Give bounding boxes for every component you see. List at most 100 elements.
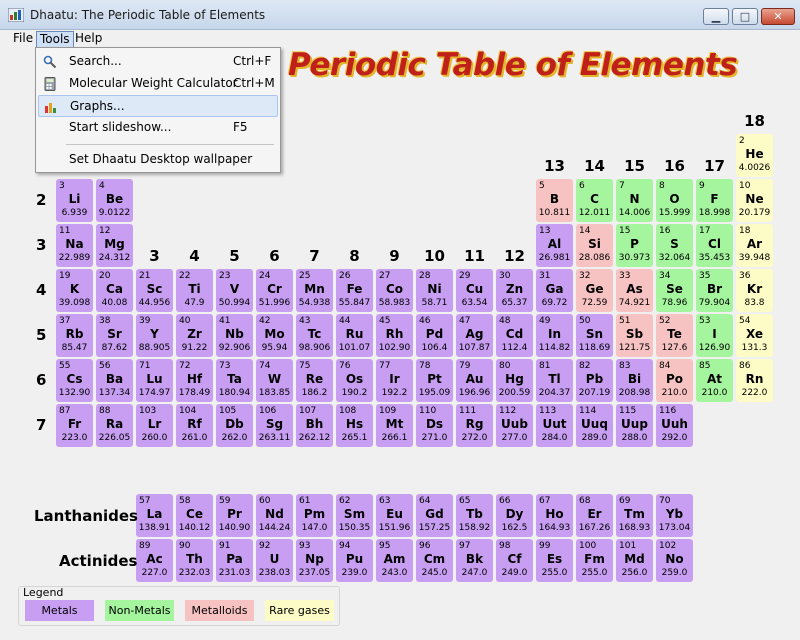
element-db[interactable]: 105 Db 262.0 bbox=[216, 404, 253, 447]
element-be[interactable]: 4 Be 9.0122 bbox=[96, 179, 133, 222]
element-cd[interactable]: 48 Cd 112.4 bbox=[496, 314, 533, 357]
menu-tools[interactable]: Tools bbox=[36, 31, 74, 48]
element-ga[interactable]: 31 Ga 69.72 bbox=[536, 269, 573, 312]
element-pm[interactable]: 61 Pm 147.0 bbox=[296, 494, 333, 537]
element-uuh[interactable]: 116 Uuh 292.0 bbox=[656, 404, 693, 447]
element-hs[interactable]: 108 Hs 265.1 bbox=[336, 404, 373, 447]
element-es[interactable]: 99 Es 255.0 bbox=[536, 539, 573, 582]
element-ta[interactable]: 73 Ta 180.94 bbox=[216, 359, 253, 402]
menu-item-start-slideshow[interactable]: Start slideshow... F5 bbox=[38, 117, 278, 139]
element-eu[interactable]: 63 Eu 151.96 bbox=[376, 494, 413, 537]
element-os[interactable]: 76 Os 190.2 bbox=[336, 359, 373, 402]
element-u[interactable]: 92 U 238.03 bbox=[256, 539, 293, 582]
element-ra[interactable]: 88 Ra 226.05 bbox=[96, 404, 133, 447]
element-cs[interactable]: 55 Cs 132.90 bbox=[56, 359, 93, 402]
element-v[interactable]: 23 V 50.994 bbox=[216, 269, 253, 312]
element-mn[interactable]: 25 Mn 54.938 bbox=[296, 269, 333, 312]
element-th[interactable]: 90 Th 232.03 bbox=[176, 539, 213, 582]
element-na[interactable]: 11 Na 22.989 bbox=[56, 224, 93, 267]
element-fr[interactable]: 87 Fr 223.0 bbox=[56, 404, 93, 447]
element-ir[interactable]: 77 Ir 192.2 bbox=[376, 359, 413, 402]
element-ho[interactable]: 67 Ho 164.93 bbox=[536, 494, 573, 537]
element-zn[interactable]: 30 Zn 65.37 bbox=[496, 269, 533, 312]
element-uut[interactable]: 113 Uut 284.0 bbox=[536, 404, 573, 447]
menu-help[interactable]: Help bbox=[72, 31, 105, 46]
element-tc[interactable]: 43 Tc 98.906 bbox=[296, 314, 333, 357]
element-pr[interactable]: 59 Pr 140.90 bbox=[216, 494, 253, 537]
element-ce[interactable]: 58 Ce 140.12 bbox=[176, 494, 213, 537]
close-button[interactable]: ✕ bbox=[761, 8, 795, 25]
element-mg[interactable]: 12 Mg 24.312 bbox=[96, 224, 133, 267]
menu-item-set-wallpaper[interactable]: Set Dhaatu Desktop wallpaper bbox=[38, 149, 278, 171]
element-o[interactable]: 8 O 15.999 bbox=[656, 179, 693, 222]
element-pb[interactable]: 82 Pb 207.19 bbox=[576, 359, 613, 402]
element-sc[interactable]: 21 Sc 44.956 bbox=[136, 269, 173, 312]
element-w[interactable]: 74 W 183.85 bbox=[256, 359, 293, 402]
element-lu[interactable]: 71 Lu 174.97 bbox=[136, 359, 173, 402]
element-au[interactable]: 79 Au 196.96 bbox=[456, 359, 493, 402]
element-ni[interactable]: 28 Ni 58.71 bbox=[416, 269, 453, 312]
element-kr[interactable]: 36 Kr 83.8 bbox=[736, 269, 773, 312]
element-mt[interactable]: 109 Mt 266.1 bbox=[376, 404, 413, 447]
element-xe[interactable]: 54 Xe 131.3 bbox=[736, 314, 773, 357]
element-md[interactable]: 101 Md 256.0 bbox=[616, 539, 653, 582]
element-pd[interactable]: 46 Pd 106.4 bbox=[416, 314, 453, 357]
element-at[interactable]: 85 At 210.0 bbox=[696, 359, 733, 402]
element-po[interactable]: 84 Po 210.0 bbox=[656, 359, 693, 402]
maximize-button[interactable]: □ bbox=[732, 8, 758, 25]
element-ne[interactable]: 10 Ne 20.179 bbox=[736, 179, 773, 222]
element-rb[interactable]: 37 Rb 85.47 bbox=[56, 314, 93, 357]
element-pt[interactable]: 78 Pt 195.09 bbox=[416, 359, 453, 402]
element-hf[interactable]: 72 Hf 178.49 bbox=[176, 359, 213, 402]
element-fm[interactable]: 100 Fm 255.0 bbox=[576, 539, 613, 582]
minimize-button[interactable]: ▁ bbox=[703, 8, 729, 25]
element-bh[interactable]: 107 Bh 262.12 bbox=[296, 404, 333, 447]
element-he[interactable]: 2 He 4.0026 bbox=[736, 134, 773, 177]
element-tl[interactable]: 81 Tl 204.37 bbox=[536, 359, 573, 402]
element-cu[interactable]: 29 Cu 63.54 bbox=[456, 269, 493, 312]
element-lr[interactable]: 103 Lr 260.0 bbox=[136, 404, 173, 447]
element-li[interactable]: 3 Li 6.939 bbox=[56, 179, 93, 222]
element-no[interactable]: 102 No 259.0 bbox=[656, 539, 693, 582]
element-uup[interactable]: 115 Uup 288.0 bbox=[616, 404, 653, 447]
element-rf[interactable]: 104 Rf 261.0 bbox=[176, 404, 213, 447]
element-cl[interactable]: 17 Cl 35.453 bbox=[696, 224, 733, 267]
element-rg[interactable]: 111 Rg 272.0 bbox=[456, 404, 493, 447]
element-am[interactable]: 95 Am 243.0 bbox=[376, 539, 413, 582]
element-nd[interactable]: 60 Nd 144.24 bbox=[256, 494, 293, 537]
element-ac[interactable]: 89 Ac 227.0 bbox=[136, 539, 173, 582]
element-la[interactable]: 57 La 138.91 bbox=[136, 494, 173, 537]
element-tb[interactable]: 65 Tb 158.92 bbox=[456, 494, 493, 537]
element-as[interactable]: 33 As 74.921 bbox=[616, 269, 653, 312]
element-dy[interactable]: 66 Dy 162.5 bbox=[496, 494, 533, 537]
element-s[interactable]: 16 S 32.064 bbox=[656, 224, 693, 267]
element-c[interactable]: 6 C 12.011 bbox=[576, 179, 613, 222]
element-cr[interactable]: 24 Cr 51.996 bbox=[256, 269, 293, 312]
element-gd[interactable]: 64 Gd 157.25 bbox=[416, 494, 453, 537]
element-si[interactable]: 14 Si 28.086 bbox=[576, 224, 613, 267]
element-zr[interactable]: 40 Zr 91.22 bbox=[176, 314, 213, 357]
menu-item-graphs[interactable]: Graphs... bbox=[38, 95, 278, 117]
element-np[interactable]: 93 Np 237.05 bbox=[296, 539, 333, 582]
element-fe[interactable]: 26 Fe 55.847 bbox=[336, 269, 373, 312]
element-k[interactable]: 19 K 39.098 bbox=[56, 269, 93, 312]
element-br[interactable]: 35 Br 79.904 bbox=[696, 269, 733, 312]
element-ru[interactable]: 44 Ru 101.07 bbox=[336, 314, 373, 357]
element-er[interactable]: 68 Er 167.26 bbox=[576, 494, 613, 537]
element-uub[interactable]: 112 Uub 277.0 bbox=[496, 404, 533, 447]
element-al[interactable]: 13 Al 26.981 bbox=[536, 224, 573, 267]
element-sn[interactable]: 50 Sn 118.69 bbox=[576, 314, 613, 357]
element-sr[interactable]: 38 Sr 87.62 bbox=[96, 314, 133, 357]
element-re[interactable]: 75 Re 186.2 bbox=[296, 359, 333, 402]
element-b[interactable]: 5 B 10.811 bbox=[536, 179, 573, 222]
element-in[interactable]: 49 In 114.82 bbox=[536, 314, 573, 357]
element-ti[interactable]: 22 Ti 47.9 bbox=[176, 269, 213, 312]
element-ar[interactable]: 18 Ar 39.948 bbox=[736, 224, 773, 267]
menu-item-search[interactable]: Search... Ctrl+F bbox=[38, 51, 278, 73]
element-rh[interactable]: 45 Rh 102.90 bbox=[376, 314, 413, 357]
element-y[interactable]: 39 Y 88.905 bbox=[136, 314, 173, 357]
element-cf[interactable]: 98 Cf 249.0 bbox=[496, 539, 533, 582]
menu-item-molecular-weight-calculator[interactable]: Molecular Weight Calculator Ctrl+M bbox=[38, 73, 278, 95]
element-sg[interactable]: 106 Sg 263.11 bbox=[256, 404, 293, 447]
element-rn[interactable]: 86 Rn 222.0 bbox=[736, 359, 773, 402]
